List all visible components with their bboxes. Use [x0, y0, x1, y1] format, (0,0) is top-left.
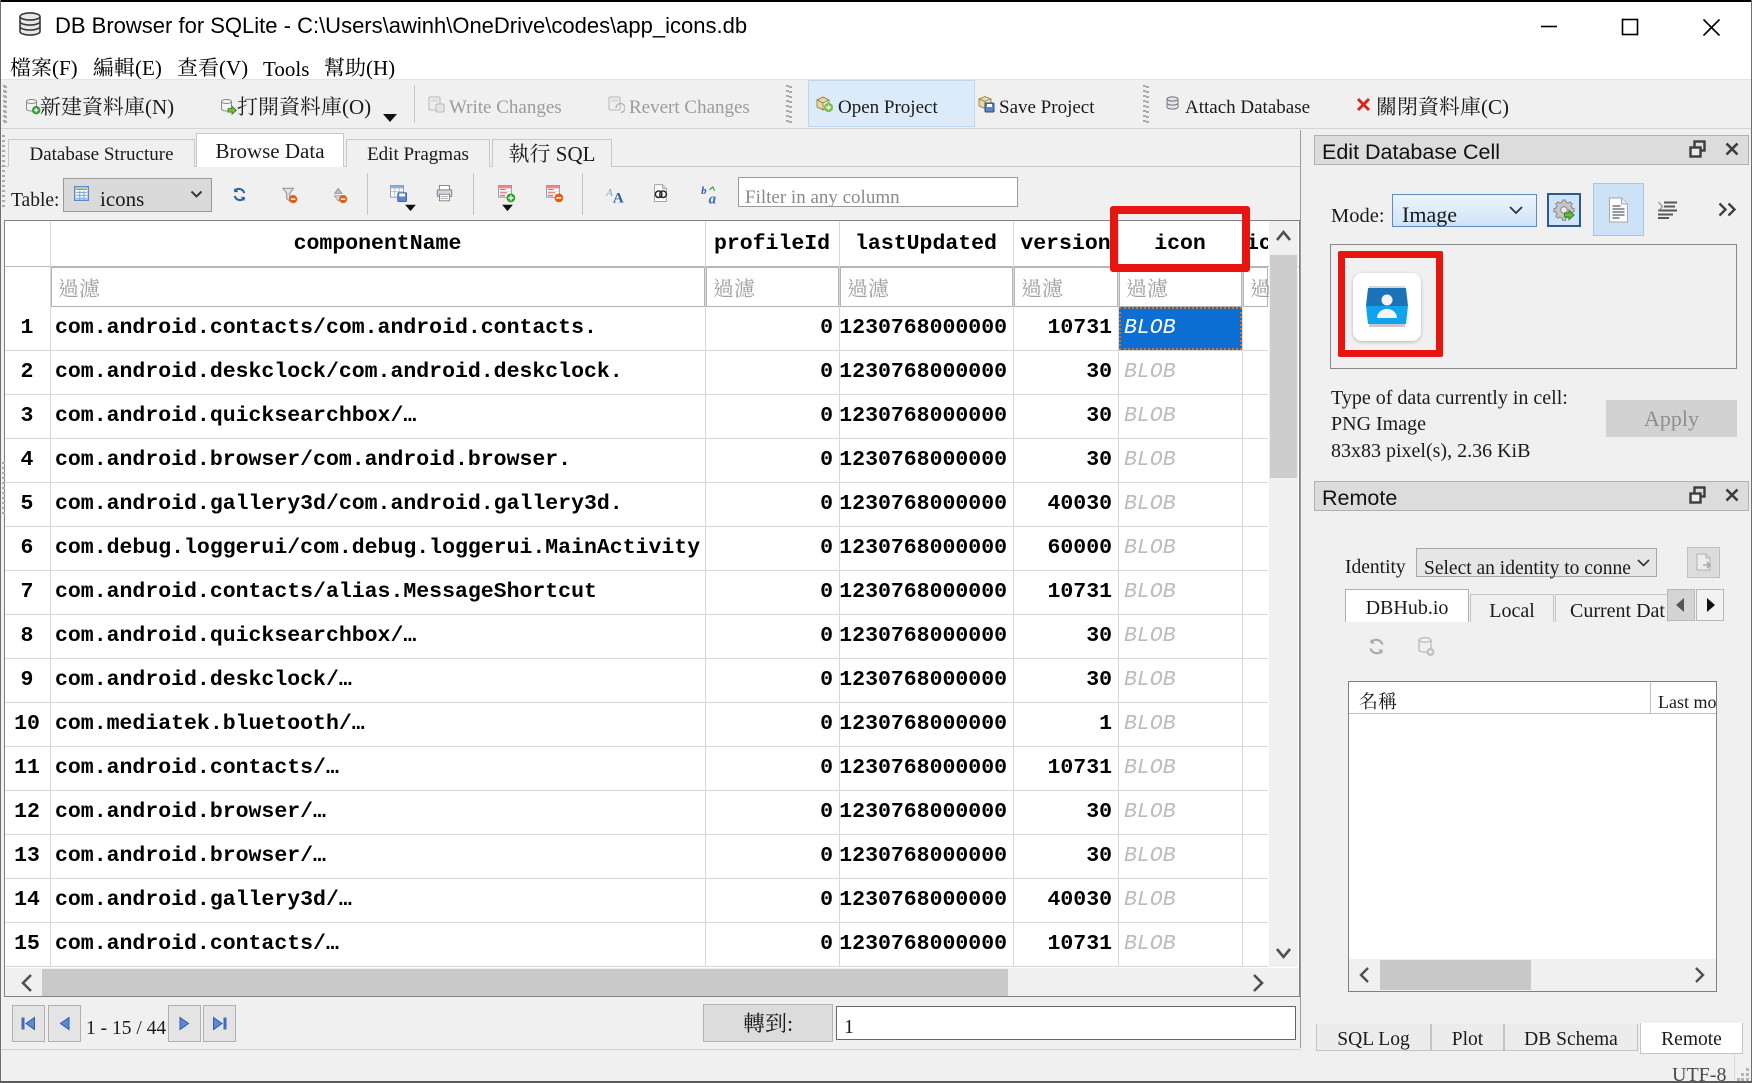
svg-text:a: a	[709, 191, 717, 205]
svg-text:A: A	[613, 191, 624, 206]
svg-text:b: b	[701, 185, 707, 197]
